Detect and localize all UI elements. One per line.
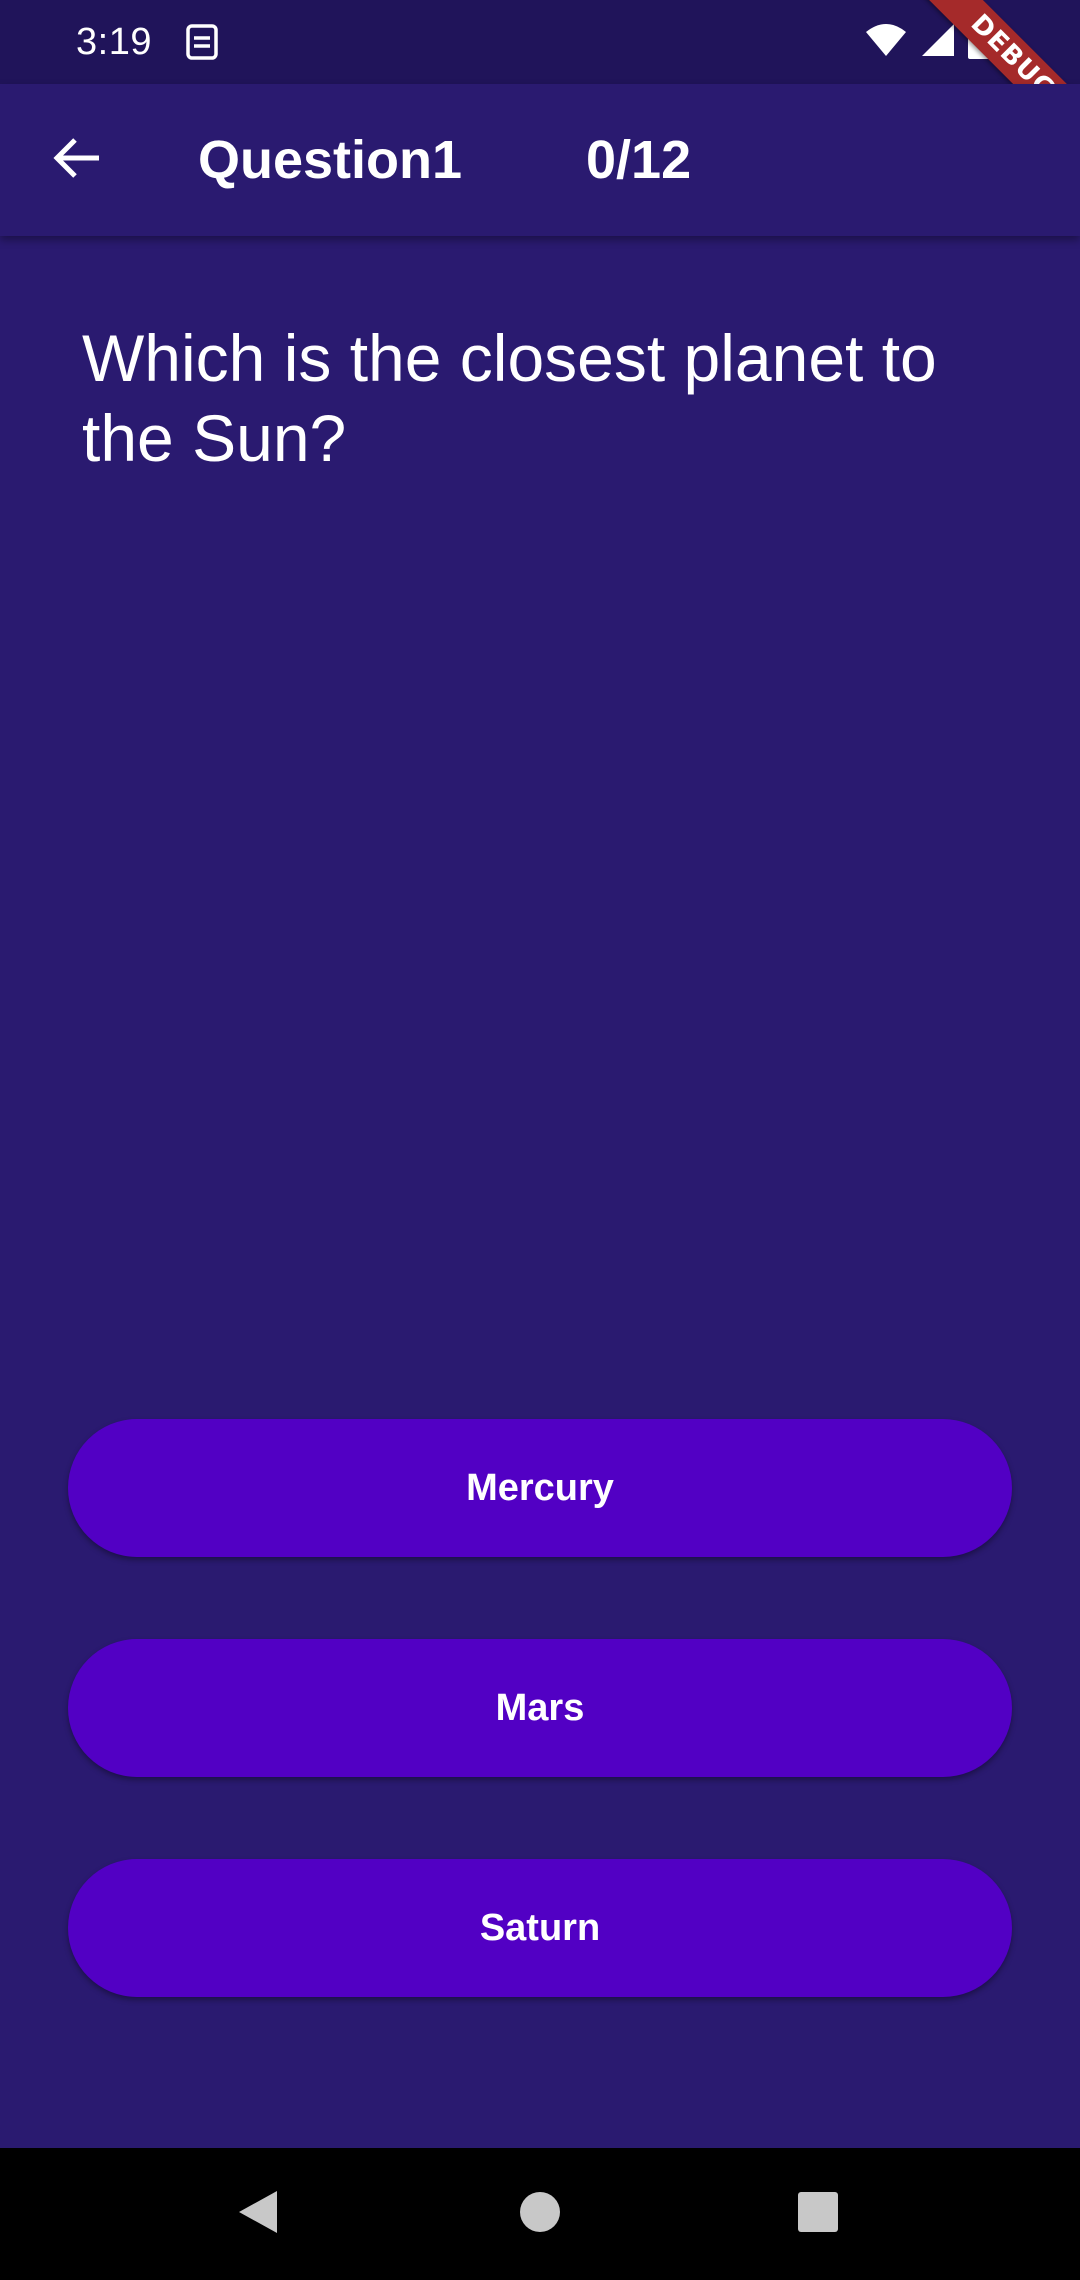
page-title: Question1	[198, 130, 463, 190]
recents-square-icon	[798, 2191, 838, 2237]
wifi-icon	[864, 22, 908, 63]
quiz-screen: 3:19 DEBUG Question1 0/12 Which is the c…	[0, 0, 1080, 2280]
status-bar: 3:19 DEBUG	[0, 0, 1080, 159]
back-button[interactable]	[36, 120, 116, 200]
nav-back-button[interactable]	[223, 2178, 295, 2250]
status-time: 3:19	[76, 21, 152, 63]
navigation-bar	[0, 2148, 1080, 2280]
sim-icon	[184, 22, 220, 62]
nav-home-button[interactable]	[504, 2178, 576, 2250]
answer-button-saturn[interactable]: Saturn	[68, 1859, 1012, 1997]
back-triangle-icon	[237, 2189, 281, 2240]
arrow-back-icon	[51, 136, 101, 185]
app-bar: Question1 0/12	[0, 84, 1080, 236]
question-text: Which is the closest planet to the Sun?	[82, 321, 937, 475]
answer-button-mercury[interactable]: Mercury	[68, 1419, 1012, 1557]
home-circle-icon	[519, 2191, 561, 2238]
question-progress: 0/12	[586, 130, 692, 190]
answer-button-mars[interactable]: Mars	[68, 1639, 1012, 1777]
nav-recents-button[interactable]	[782, 2178, 854, 2250]
signal-icon	[920, 22, 956, 63]
